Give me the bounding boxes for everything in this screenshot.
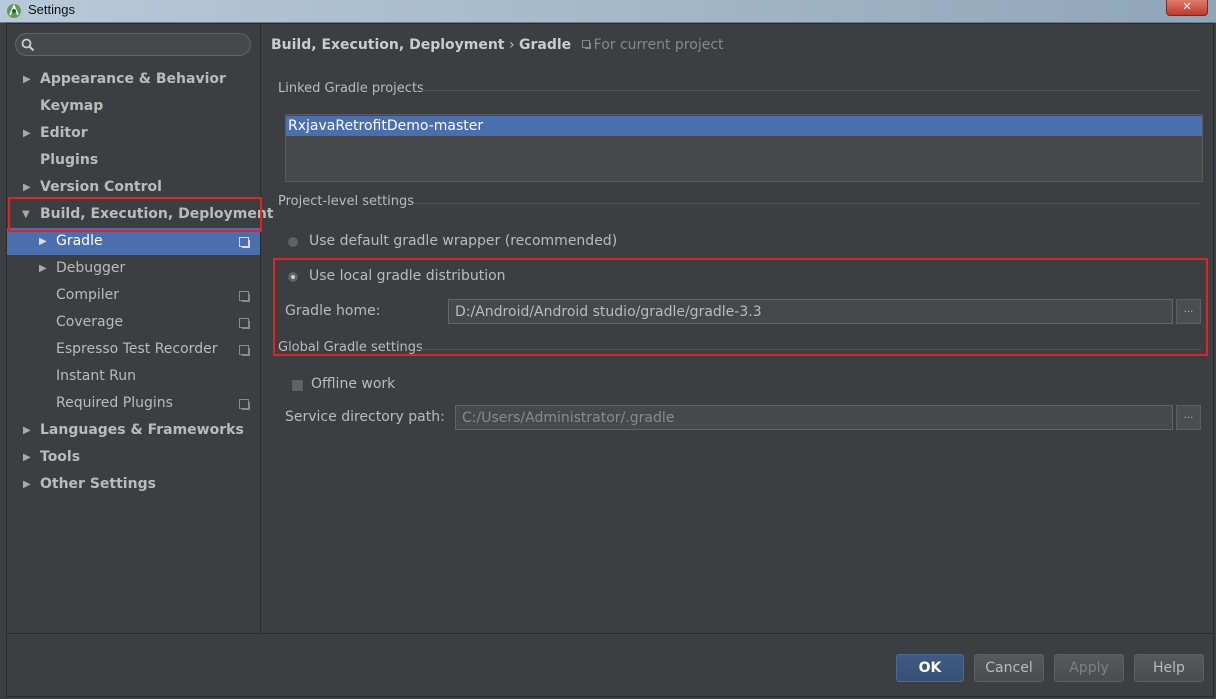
sidebar-item-label: Espresso Test Recorder — [56, 341, 218, 357]
breadcrumb-separator: › — [508, 37, 515, 53]
section-divider — [413, 203, 1201, 204]
expand-arrow-icon[interactable]: ▶ — [39, 255, 47, 282]
sidebar-item-coverage[interactable]: Coverage — [7, 309, 260, 336]
sidebar-item-appearance-behavior[interactable]: ▶ Appearance & Behavior — [7, 66, 260, 93]
sidebar-item-label: Gradle — [56, 233, 103, 249]
ok-button[interactable]: OK — [896, 654, 964, 682]
expand-arrow-icon[interactable]: ▶ — [23, 444, 31, 471]
expand-arrow-icon[interactable]: ▶ — [23, 66, 31, 93]
breadcrumb-parent: Build, Execution, Deployment — [271, 37, 505, 53]
sidebar-item-espresso-test-recorder[interactable]: Espresso Test Recorder — [7, 336, 260, 363]
sidebar-item-label: Languages & Frameworks — [40, 422, 244, 438]
search-icon — [21, 38, 35, 52]
expand-arrow-icon[interactable]: ▶ — [23, 471, 31, 498]
android-studio-icon — [7, 4, 21, 18]
sidebar-item-keymap[interactable]: Keymap — [7, 93, 260, 120]
linked-projects-heading: Linked Gradle projects — [278, 81, 424, 96]
local-distribution-label[interactable]: Use local gradle distribution — [309, 268, 506, 284]
sidebar-item-label: Instant Run — [56, 368, 137, 384]
apply-button[interactable]: Apply — [1054, 654, 1124, 682]
sidebar-item-label: Compiler — [56, 287, 120, 303]
offline-work-checkbox[interactable] — [291, 379, 304, 392]
project-scope-icon — [239, 291, 249, 301]
expand-arrow-icon[interactable]: ▶ — [39, 228, 47, 255]
sidebar-item-tools[interactable]: ▶ Tools — [7, 444, 260, 471]
sidebar-item-other-settings[interactable]: ▶ Other Settings — [7, 471, 260, 498]
sidebar-item-label: Tools — [40, 449, 81, 465]
project-scope-icon — [581, 40, 590, 48]
sidebar-item-languages-frameworks[interactable]: ▶ Languages & Frameworks — [7, 417, 260, 444]
title-bar: Settings ✕ — [0, 0, 1216, 23]
sidebar-item-label: Keymap — [40, 98, 104, 114]
sidebar-item-label: Appearance & Behavior — [40, 71, 226, 87]
sidebar-item-plugins[interactable]: Plugins — [7, 147, 260, 174]
cancel-button[interactable]: Cancel — [974, 654, 1044, 682]
sidebar-item-editor[interactable]: ▶ Editor — [7, 120, 260, 147]
gradle-home-browse-button[interactable]: ... — [1176, 299, 1201, 324]
breadcrumb: Build, Execution, Deployment › Gradle Fo… — [271, 37, 724, 53]
settings-sidebar: ▶ Appearance & Behavior Keymap ▶ Editor … — [7, 24, 274, 633]
sidebar-item-version-control[interactable]: ▶ Version Control — [7, 174, 260, 201]
service-directory-input[interactable] — [455, 405, 1173, 430]
sidebar-item-label: Coverage — [56, 314, 124, 330]
settings-window: Settings ✕ ▶ Appearance & Behavior Keyma… — [0, 0, 1216, 699]
default-wrapper-radio[interactable] — [287, 236, 299, 248]
gradle-settings-panel: Build, Execution, Deployment › Gradle Fo… — [261, 24, 1213, 633]
gradle-home-input[interactable] — [448, 299, 1173, 324]
sidebar-item-label: Editor — [40, 125, 88, 141]
sidebar-item-label: Other Settings — [40, 476, 156, 492]
expand-arrow-icon[interactable]: ▶ — [23, 174, 31, 201]
breadcrumb-current: Gradle — [519, 37, 572, 53]
project-scope-icon — [239, 345, 249, 355]
sidebar-item-debugger[interactable]: ▶ Debugger — [7, 255, 260, 282]
expand-arrow-icon[interactable]: ▶ — [23, 417, 31, 444]
sidebar-item-required-plugins[interactable]: Required Plugins — [7, 390, 260, 417]
scope-indicator: For current project — [581, 37, 724, 53]
linked-projects-list[interactable]: RxjavaRetrofitDemo-master — [285, 114, 1203, 182]
sidebar-item-compiler[interactable]: Compiler — [7, 282, 260, 309]
project-scope-icon — [239, 237, 249, 247]
sidebar-item-gradle[interactable]: ▶ Gradle — [7, 228, 260, 255]
sidebar-item-build-execution-deployment[interactable]: ▼ Build, Execution, Deployment — [7, 201, 274, 228]
linked-project-row[interactable]: RxjavaRetrofitDemo-master — [286, 116, 1202, 136]
service-directory-label: Service directory path: — [285, 409, 445, 425]
sidebar-item-instant-run[interactable]: Instant Run — [7, 363, 260, 390]
window-close-button[interactable]: ✕ — [1166, 0, 1208, 16]
local-distribution-radio[interactable] — [287, 271, 299, 283]
sidebar-item-label: Build, Execution, Deployment — [40, 206, 274, 222]
collapse-arrow-icon[interactable]: ▼ — [22, 201, 30, 228]
offline-work-label[interactable]: Offline work — [311, 376, 395, 392]
settings-frame: ▶ Appearance & Behavior Keymap ▶ Editor … — [6, 23, 1214, 697]
settings-search[interactable] — [15, 33, 251, 56]
default-wrapper-label[interactable]: Use default gradle wrapper (recommended) — [309, 233, 617, 249]
gradle-home-label: Gradle home: — [285, 303, 381, 319]
section-divider — [417, 349, 1201, 350]
expand-arrow-icon[interactable]: ▶ — [23, 120, 31, 147]
search-input[interactable] — [40, 36, 244, 55]
footer-divider — [7, 633, 1213, 634]
sidebar-item-label: Required Plugins — [56, 395, 173, 411]
sidebar-item-label: Version Control — [40, 179, 162, 195]
sidebar-item-label: Debugger — [56, 260, 126, 276]
global-settings-heading: Global Gradle settings — [278, 340, 423, 355]
project-scope-icon — [239, 318, 249, 328]
window-title: Settings — [28, 2, 75, 17]
project-scope-icon — [239, 399, 249, 409]
section-divider — [422, 90, 1201, 91]
sidebar-item-label: Plugins — [40, 152, 99, 168]
service-directory-browse-button[interactable]: ... — [1176, 405, 1201, 430]
project-level-heading: Project-level settings — [278, 194, 415, 209]
help-button[interactable]: Help — [1134, 654, 1204, 682]
scope-label: For current project — [593, 37, 724, 53]
